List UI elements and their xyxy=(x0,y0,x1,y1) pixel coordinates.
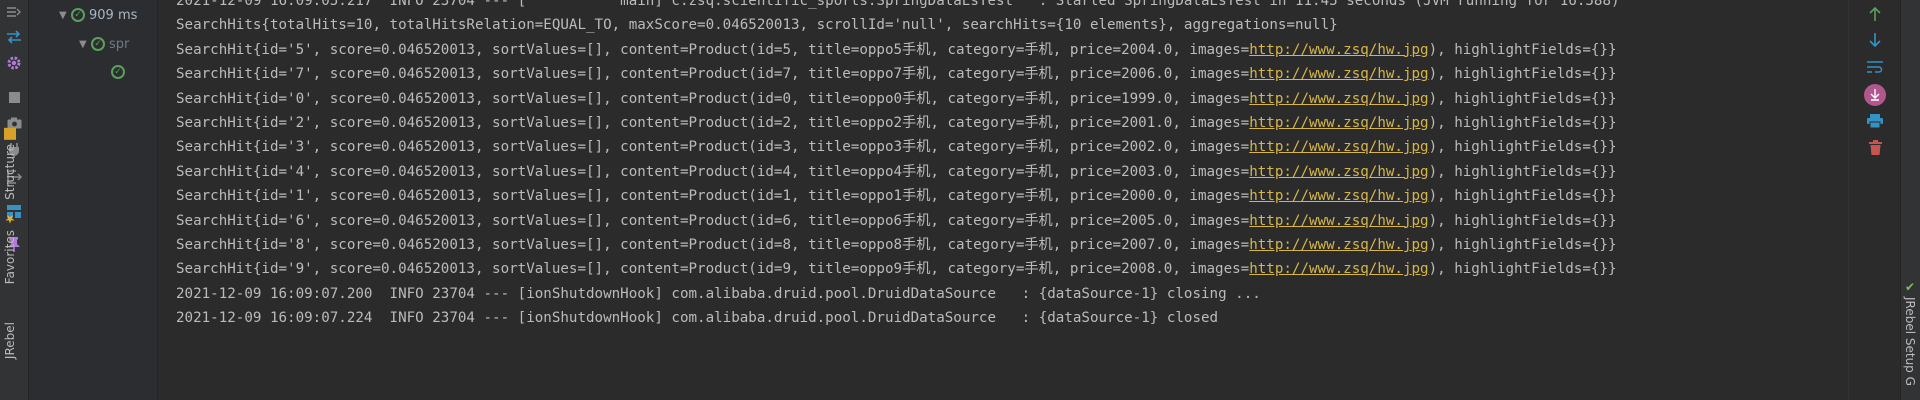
jrebel-setup-tab[interactable]: ✔ JRebel Setup G xyxy=(1903,280,1917,386)
hit-text: SearchHit{id='8', score=0.046520013, sor… xyxy=(176,237,1250,253)
console-line: SearchHits{totalHits=10, totalHitsRelati… xyxy=(176,17,1338,34)
passed-check-icon: ✓ xyxy=(91,37,105,51)
image-url-link[interactable]: http://www.zsq/hw.jpg xyxy=(1249,164,1428,180)
delete-trash-icon[interactable] xyxy=(1866,138,1884,156)
structure-label: Structure xyxy=(3,144,17,200)
jrebel-label: JRebel xyxy=(3,322,17,360)
hit-suffix: ), highlightFields={}} xyxy=(1428,115,1617,131)
search-hit-line: SearchHit{id='0', score=0.046520013, sor… xyxy=(176,89,1617,109)
chevron-down-icon[interactable]: ▼ xyxy=(59,10,71,21)
favorites-tab[interactable]: Favorites ★ xyxy=(3,212,17,285)
hit-text: SearchHit{id='3', score=0.046520013, sor… xyxy=(176,139,1250,156)
right-tool-strip: ✔ JRebel Setup G xyxy=(1900,0,1920,400)
image-url-link[interactable]: http://www.zsq/hw.jpg xyxy=(1249,237,1428,253)
console-line: 2021-12-09 16:09:07.200 INFO 23704 --- [… xyxy=(176,285,1261,302)
stop-icon[interactable] xyxy=(6,89,22,105)
hit-suffix: ), highlightFields={}} xyxy=(1428,261,1617,278)
hit-suffix: ), highlightFields={}} xyxy=(1428,212,1617,229)
image-url-link[interactable]: http://www.zsq/hw.jpg xyxy=(1249,91,1428,107)
search-hit-line: SearchHit{id='9', score=0.046520013, sor… xyxy=(176,259,1617,279)
hit-suffix: ), highlightFields={}} xyxy=(1428,66,1617,83)
tree-child-node[interactable]: ▼ ✓ spr xyxy=(79,33,129,55)
hit-text: SearchHit{id='2', score=0.046520013, sor… xyxy=(176,115,1250,131)
jrebel-leaf-icon: ✔ xyxy=(1903,280,1917,294)
search-hit-line: SearchHit{id='8', score=0.046520013, sor… xyxy=(176,235,1617,255)
scroll-down-arrow-icon[interactable] xyxy=(1866,31,1884,49)
scroll-up-arrow-icon[interactable] xyxy=(1866,5,1884,23)
console-line: 2021-12-09 16:09:05.217 INFO 23704 --- [… xyxy=(176,0,1620,9)
scroll-to-end-icon[interactable] xyxy=(1864,84,1886,106)
hit-text: SearchHit{id='9', score=0.046520013, sor… xyxy=(176,261,1250,278)
search-hit-line: SearchHit{id='3', score=0.046520013, sor… xyxy=(176,137,1617,157)
favorites-label: Favorites xyxy=(3,230,17,285)
jrebel-setup-label: JRebel Setup G xyxy=(1903,297,1917,386)
image-url-link[interactable]: http://www.zsq/hw.jpg xyxy=(1249,139,1428,155)
print-icon[interactable] xyxy=(1866,112,1884,130)
structure-icon xyxy=(4,128,16,140)
hit-text: SearchHit{id='5', score=0.046520013, sor… xyxy=(176,41,1250,58)
image-url-link[interactable]: http://www.zsq/hw.jpg xyxy=(1249,188,1428,204)
hit-text: SearchHit{id='6', score=0.046520013, sor… xyxy=(176,212,1250,229)
collapse-tree-icon[interactable] xyxy=(6,4,22,20)
jrebel-tab[interactable]: JRebel xyxy=(3,322,17,359)
passed-check-icon: ✓ xyxy=(111,65,125,79)
left-tool-strip: Structure Favorites ★ JRebel xyxy=(0,0,29,400)
hit-text: SearchHit{id='1', score=0.046520013, sor… xyxy=(176,188,1250,205)
console-output[interactable]: 2021-12-09 16:09:05.217 INFO 23704 --- [… xyxy=(158,0,1848,400)
tree-root-duration: 909 ms xyxy=(89,7,138,23)
hit-suffix: ), highlightFields={}} xyxy=(1428,139,1617,156)
tree-child-label: spr xyxy=(109,36,130,52)
search-hit-line: SearchHit{id='6', score=0.046520013, sor… xyxy=(176,211,1617,231)
settings-gear-icon[interactable] xyxy=(6,55,22,71)
chevron-down-icon[interactable]: ▼ xyxy=(79,39,91,50)
console-line: 2021-12-09 16:09:07.224 INFO 23704 --- [… xyxy=(176,310,1219,327)
passed-check-icon: ✓ xyxy=(71,8,85,22)
search-hit-line: SearchHit{id='4', score=0.046520013, sor… xyxy=(176,162,1617,182)
hit-suffix: ), highlightFields={}} xyxy=(1428,41,1617,58)
tree-root-node[interactable]: ▼ ✓ 909 ms xyxy=(59,4,137,26)
hit-suffix: ), highlightFields={}} xyxy=(1428,163,1617,180)
rerun-arrows-icon[interactable] xyxy=(6,29,22,45)
image-url-link[interactable]: http://www.zsq/hw.jpg xyxy=(1249,213,1428,229)
hit-text: SearchHit{id='4', score=0.046520013, sor… xyxy=(176,163,1250,180)
hit-text: SearchHit{id='0', score=0.046520013, sor… xyxy=(176,90,1250,107)
search-hit-line: SearchHit{id='2', score=0.046520013, sor… xyxy=(176,113,1617,133)
image-url-link[interactable]: http://www.zsq/hw.jpg xyxy=(1249,42,1428,58)
image-url-link[interactable]: http://www.zsq/hw.jpg xyxy=(1249,261,1428,277)
image-url-link[interactable]: http://www.zsq/hw.jpg xyxy=(1249,115,1428,131)
hit-suffix: ), highlightFields={}} xyxy=(1428,188,1617,205)
hit-suffix: ), highlightFields={}} xyxy=(1428,90,1617,107)
search-hit-line: SearchHit{id='1', score=0.046520013, sor… xyxy=(176,186,1617,206)
search-hit-line: SearchHit{id='5', score=0.046520013, sor… xyxy=(176,40,1617,60)
hit-text: SearchHit{id='7', score=0.046520013, sor… xyxy=(176,66,1250,83)
soft-wrap-icon[interactable] xyxy=(1866,58,1884,76)
star-icon: ★ xyxy=(3,212,17,226)
structure-tab[interactable]: Structure xyxy=(3,128,17,200)
console-toolbar xyxy=(1848,0,1901,400)
run-tree-panel: ▼ ✓ 909 ms ▼ ✓ spr ✓ xyxy=(29,0,158,400)
hit-suffix: ), highlightFields={}} xyxy=(1428,237,1617,253)
image-url-link[interactable]: http://www.zsq/hw.jpg xyxy=(1249,66,1428,82)
search-hit-line: SearchHit{id='7', score=0.046520013, sor… xyxy=(176,64,1617,84)
tree-leaf-node[interactable]: ✓ xyxy=(111,61,129,83)
